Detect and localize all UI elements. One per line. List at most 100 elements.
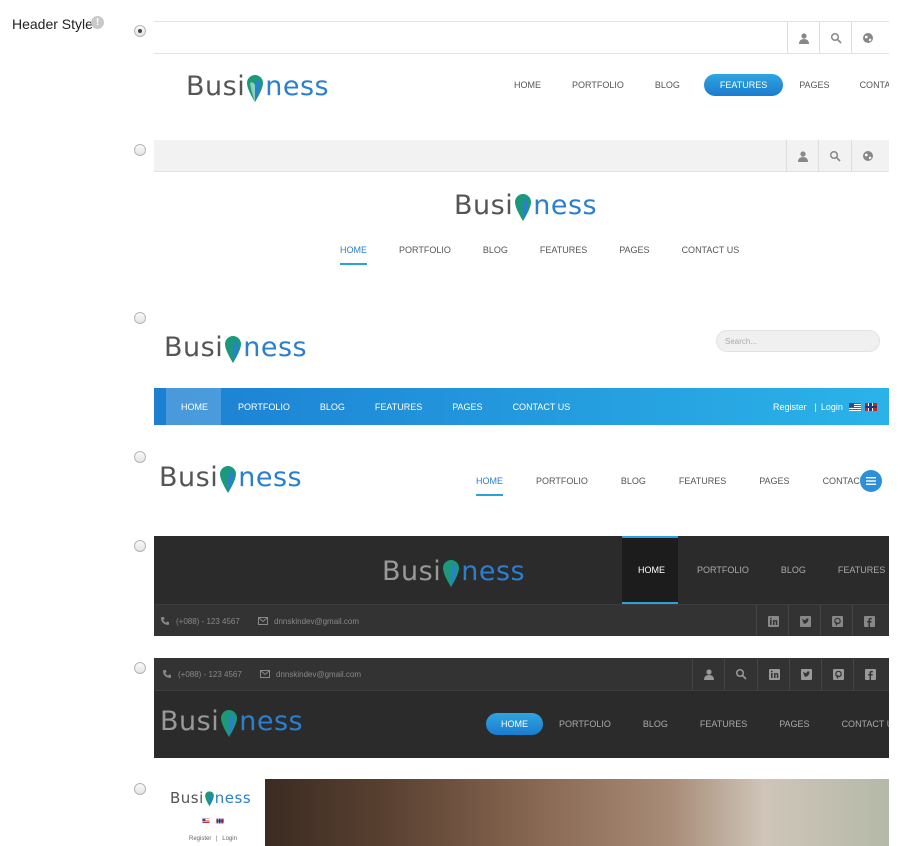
login-link[interactable]: Login — [222, 836, 237, 842]
nav-contact[interactable]: CONTACT US — [860, 80, 889, 90]
nav-features[interactable]: FEATURES — [375, 402, 422, 412]
logo-text-busi: Busi — [454, 190, 514, 221]
logo-text-busi: Busi — [186, 71, 246, 102]
nav-home[interactable]: HOME — [181, 402, 208, 412]
phone-icon — [161, 617, 169, 625]
logo-pin-icon — [221, 709, 238, 737]
info-icon[interactable]: ! — [91, 16, 104, 29]
nav-portfolio[interactable]: PORTFOLIO — [559, 719, 611, 729]
menu-icon[interactable] — [860, 470, 882, 492]
phone-contact: (+088) - 123 4567 — [160, 605, 240, 636]
radio-header-style-7[interactable] — [134, 783, 146, 795]
nav-blog[interactable]: BLOG — [621, 476, 646, 486]
logo-text-busi: Busi — [382, 556, 442, 587]
logo: Busi ness — [186, 71, 329, 103]
main-nav: HOME PORTFOLIO BLOG FEATURES PAGES CONTA… — [476, 476, 880, 496]
linkedin-icon[interactable] — [757, 658, 790, 690]
header-preview-6[interactable]: (+088) - 123 4567 dnnskindev@gmail.com B… — [154, 658, 889, 758]
nav-portfolio[interactable]: PORTFOLIO — [238, 402, 290, 412]
nav-features[interactable]: FEATURES — [703, 74, 784, 96]
logo-pin-icon — [443, 559, 460, 587]
user-icon — [787, 22, 820, 53]
no-flag-icon[interactable] — [864, 402, 877, 411]
logo-pin-icon — [225, 335, 242, 363]
radio-header-style-6[interactable] — [134, 662, 146, 674]
nav-pages[interactable]: PAGES — [619, 245, 649, 255]
nav-portfolio[interactable]: PORTFOLIO — [399, 245, 451, 255]
main-nav: HOME PORTFOLIO BLOG FEATURES PAGES CONTA… — [340, 245, 740, 265]
search-input[interactable]: Search... — [716, 330, 880, 352]
radio-header-style-1[interactable] — [134, 25, 146, 37]
nav-blog[interactable]: BLOG — [781, 565, 806, 575]
twitter-icon[interactable] — [788, 605, 821, 636]
twitter-icon[interactable] — [789, 658, 822, 690]
nav-contact[interactable]: CONTACT US — [513, 402, 571, 412]
user-icon[interactable] — [692, 658, 725, 690]
search-icon[interactable] — [724, 658, 757, 690]
radio-header-style-3[interactable] — [134, 312, 146, 324]
logo-text-ness: ness — [243, 332, 308, 363]
auth-links: Register | Login — [773, 388, 877, 425]
logo-text-ness: ness — [533, 190, 598, 221]
nav-home[interactable]: HOME — [514, 80, 541, 90]
globe-icon — [851, 140, 884, 171]
nav-portfolio[interactable]: PORTFOLIO — [572, 80, 624, 90]
main-nav: HOME PORTFOLIO BLOG FEATURES PAGES CONTA… — [514, 74, 889, 96]
nav-contact[interactable]: CONTACT US — [842, 719, 889, 729]
login-link[interactable]: Login — [821, 402, 843, 412]
no-flag-icon[interactable] — [216, 818, 224, 824]
register-link[interactable]: Register — [189, 836, 211, 842]
nav-features[interactable]: FEATURES — [679, 476, 726, 486]
us-flag-icon[interactable] — [202, 818, 210, 824]
logo-text-busi: Busi — [159, 462, 219, 493]
pinterest-icon[interactable] — [821, 658, 854, 690]
nav-features[interactable]: FEATURES — [700, 719, 747, 729]
user-icon — [786, 140, 819, 171]
header-preview-5[interactable]: Busi ness HOME PORTFOLIO BLOG FEATURES (+… — [154, 536, 889, 636]
nav-blog[interactable]: BLOG — [643, 719, 668, 729]
radio-header-style-2[interactable] — [134, 144, 146, 156]
nav-features[interactable]: FEATURES — [838, 565, 885, 575]
radio-header-style-5[interactable] — [134, 540, 146, 552]
nav-contact[interactable]: CONTACT US — [682, 245, 740, 255]
field-label: Header Style — [12, 16, 93, 32]
register-link[interactable]: Register — [773, 402, 807, 412]
nav-pages[interactable]: PAGES — [799, 80, 829, 90]
header-preview-7[interactable]: Busi ness Register | Login — [154, 779, 889, 846]
nav-pages[interactable]: PAGES — [779, 719, 809, 729]
language-flags — [200, 817, 226, 825]
nav-blog[interactable]: BLOG — [655, 80, 680, 90]
contact-bar: (+088) - 123 4567 dnnskindev@gmail.com — [154, 658, 889, 691]
nav-home[interactable]: HOME — [638, 565, 665, 575]
mail-icon — [260, 670, 270, 678]
email-text: dnnskindev@gmail.com — [274, 616, 360, 626]
us-flag-icon[interactable] — [848, 402, 861, 411]
logo-text-ness: ness — [461, 556, 526, 587]
facebook-icon[interactable] — [853, 658, 886, 690]
nav-blog[interactable]: BLOG — [320, 402, 345, 412]
nav-portfolio[interactable]: PORTFOLIO — [536, 476, 588, 486]
nav-home[interactable]: HOME — [486, 713, 543, 735]
nav-bar: HOME PORTFOLIO BLOG FEATURES PAGES CONTA… — [154, 388, 889, 425]
logo-text-ness: ness — [239, 706, 304, 737]
header-preview-2[interactable]: Busi ness HOME PORTFOLIO BLOG FEATURES PA… — [154, 140, 889, 280]
nav-home[interactable]: HOME — [340, 245, 367, 265]
email-contact: dnnskindev@gmail.com — [258, 605, 359, 636]
nav-home[interactable]: HOME — [476, 476, 503, 496]
linkedin-icon[interactable] — [756, 605, 789, 636]
header-preview-4[interactable]: Busi ness HOME PORTFOLIO BLOG FEATURES PA… — [154, 452, 889, 512]
header-preview-1[interactable]: Busi ness HOME PORTFOLIO BLOG FEATURES PA… — [154, 21, 889, 118]
nav-pages[interactable]: PAGES — [759, 476, 789, 486]
header-preview-3[interactable]: Busi ness Search... HOME PORTFOLIO BLOG F… — [154, 320, 889, 425]
logo: Busi ness — [164, 332, 307, 364]
nav-blog[interactable]: BLOG — [483, 245, 508, 255]
facebook-icon[interactable] — [852, 605, 885, 636]
logo-pin-icon — [247, 74, 264, 102]
nav-portfolio[interactable]: PORTFOLIO — [697, 565, 749, 575]
radio-header-style-4[interactable] — [134, 451, 146, 463]
logo-pin-icon — [204, 791, 214, 807]
nav-features[interactable]: FEATURES — [540, 245, 587, 255]
nav-pages[interactable]: PAGES — [452, 402, 482, 412]
pinterest-icon[interactable] — [820, 605, 853, 636]
email-text: dnnskindev@gmail.com — [276, 669, 362, 679]
